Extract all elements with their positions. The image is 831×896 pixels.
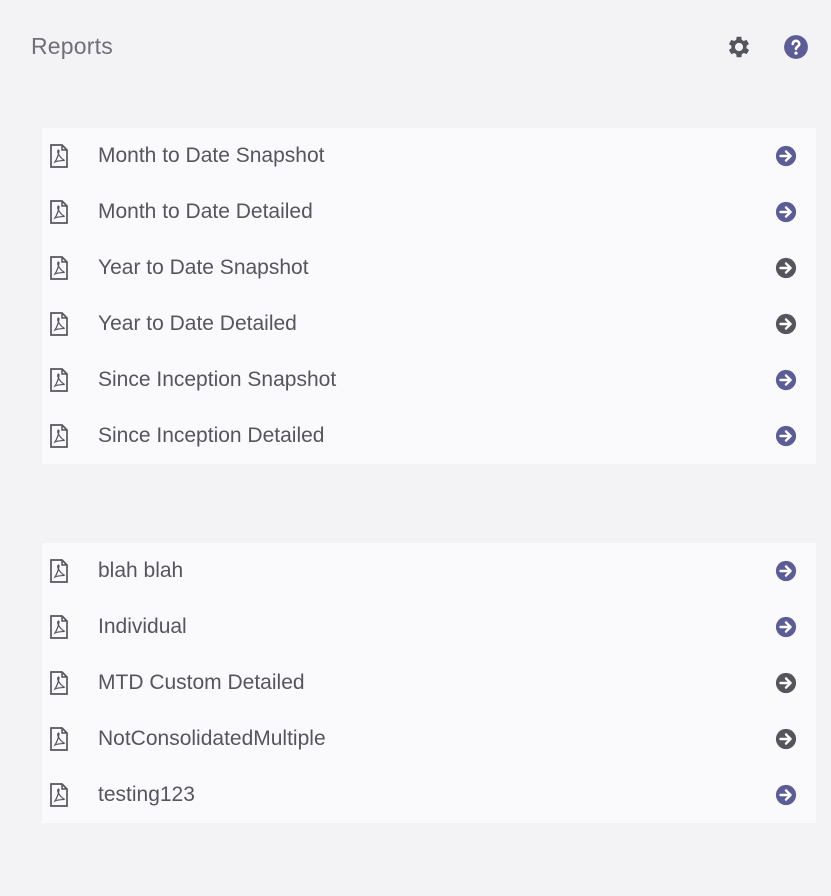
standard-reports-list: Month to Date Snapshot Month to Date Det… bbox=[42, 128, 816, 464]
report-row[interactable]: Year to Date Detailed bbox=[42, 296, 816, 352]
report-row[interactable]: Month to Date Snapshot bbox=[42, 128, 816, 184]
pdf-document-icon bbox=[50, 615, 68, 639]
report-label: MTD Custom Detailed bbox=[98, 671, 305, 694]
report-row[interactable]: Since Inception Detailed bbox=[42, 408, 816, 464]
report-row[interactable]: testing123 bbox=[42, 767, 816, 823]
reports-header: Reports bbox=[0, 0, 831, 96]
arrow-circle-right-icon[interactable] bbox=[775, 425, 797, 447]
pdf-document-icon bbox=[50, 312, 68, 336]
report-row[interactable]: NotConsolidatedMultiple bbox=[42, 711, 816, 767]
arrow-circle-right-icon[interactable] bbox=[775, 616, 797, 638]
gear-icon[interactable] bbox=[725, 33, 753, 61]
pdf-document-icon bbox=[50, 200, 68, 224]
report-label: blah blah bbox=[98, 559, 184, 582]
pdf-document-icon bbox=[50, 671, 68, 695]
pdf-document-icon bbox=[50, 256, 68, 280]
arrow-circle-right-icon[interactable] bbox=[775, 560, 797, 582]
report-label: Month to Date Detailed bbox=[98, 200, 313, 223]
arrow-circle-right-icon[interactable] bbox=[775, 145, 797, 167]
report-row[interactable]: blah blah bbox=[42, 543, 816, 599]
report-label: Since Inception Snapshot bbox=[98, 368, 337, 391]
reports-panel: Reports Month to Date Snapshot Month to … bbox=[0, 0, 831, 896]
arrow-circle-right-icon[interactable] bbox=[775, 257, 797, 279]
report-label: Year to Date Snapshot bbox=[98, 256, 309, 279]
custom-reports-list: blah blah Individual MTD Custom Detailed… bbox=[42, 543, 816, 823]
pdf-document-icon bbox=[50, 144, 68, 168]
report-row[interactable]: Since Inception Snapshot bbox=[42, 352, 816, 408]
report-label: Since Inception Detailed bbox=[98, 424, 325, 447]
pdf-document-icon bbox=[50, 559, 68, 583]
pdf-document-icon bbox=[50, 783, 68, 807]
report-row[interactable]: Individual bbox=[42, 599, 816, 655]
arrow-circle-right-icon[interactable] bbox=[775, 728, 797, 750]
report-label: testing123 bbox=[98, 783, 195, 806]
arrow-circle-right-icon[interactable] bbox=[775, 784, 797, 806]
report-row[interactable]: Year to Date Snapshot bbox=[42, 240, 816, 296]
arrow-circle-right-icon[interactable] bbox=[775, 672, 797, 694]
help-icon[interactable] bbox=[783, 34, 809, 60]
report-label: Month to Date Snapshot bbox=[98, 144, 325, 167]
report-row[interactable]: MTD Custom Detailed bbox=[42, 655, 816, 711]
arrow-circle-right-icon[interactable] bbox=[775, 313, 797, 335]
pdf-document-icon bbox=[50, 424, 68, 448]
report-label: Individual bbox=[98, 615, 187, 638]
pdf-document-icon bbox=[50, 368, 68, 392]
pdf-document-icon bbox=[50, 727, 68, 751]
arrow-circle-right-icon[interactable] bbox=[775, 201, 797, 223]
report-label: NotConsolidatedMultiple bbox=[98, 727, 326, 750]
report-label: Year to Date Detailed bbox=[98, 312, 297, 335]
arrow-circle-right-icon[interactable] bbox=[775, 369, 797, 391]
report-row[interactable]: Month to Date Detailed bbox=[42, 184, 816, 240]
page-title: Reports bbox=[31, 33, 113, 59]
